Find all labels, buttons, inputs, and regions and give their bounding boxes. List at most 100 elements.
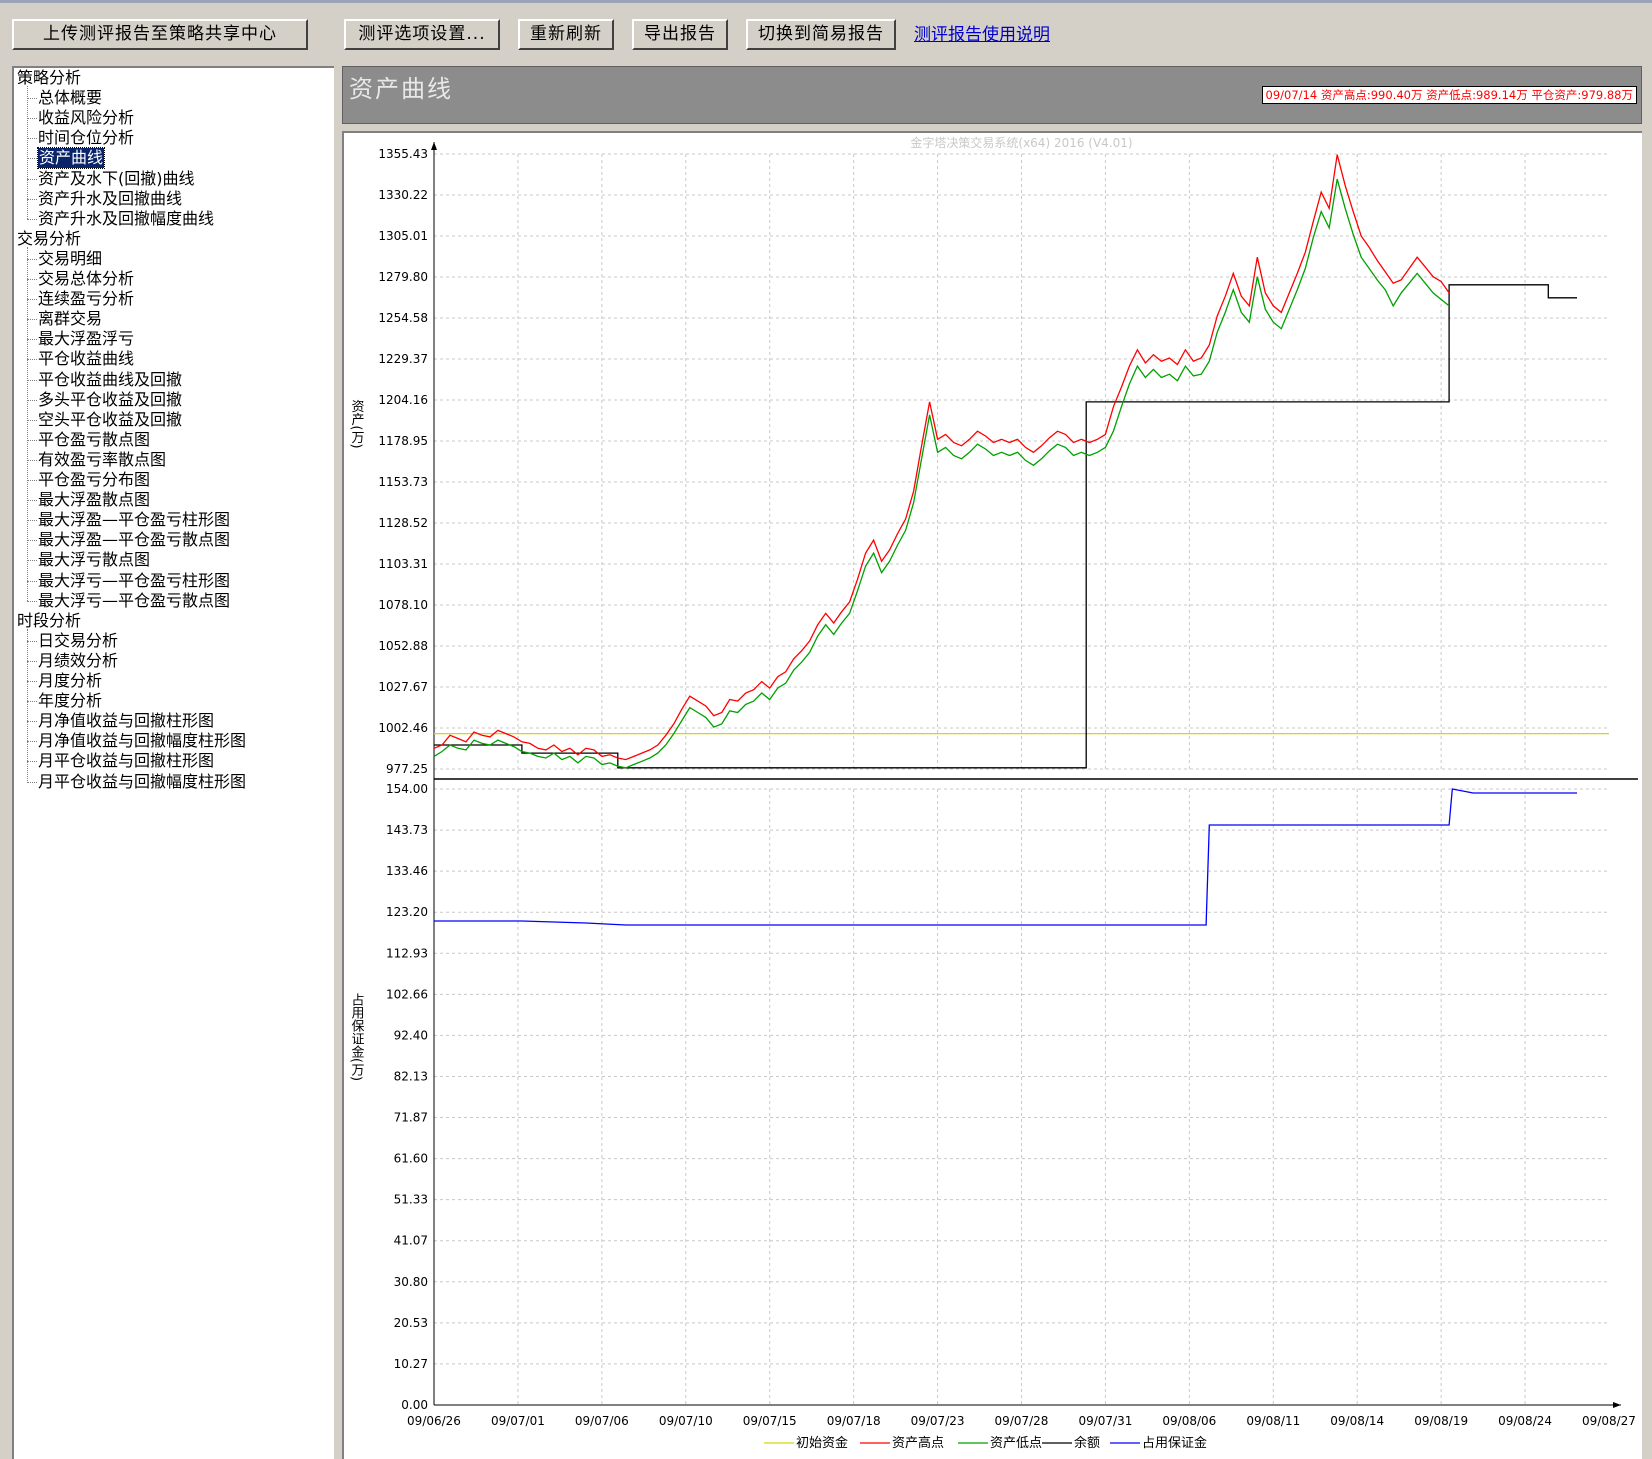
- x-tick-label: 09/08/11: [1246, 1414, 1300, 1428]
- tree-group-0[interactable]: 策略分析: [17, 68, 81, 88]
- tree-item-1-13[interactable]: 最大浮盈—平仓盈亏柱形图: [38, 510, 230, 530]
- tree-item-1-5[interactable]: 平仓收益曲线: [38, 349, 134, 369]
- legend-label: 初始资金: [796, 1435, 848, 1451]
- tree-branch-line: [27, 600, 37, 602]
- tree-item-1-15[interactable]: 最大浮亏散点图: [38, 550, 150, 570]
- tree-item-1-8[interactable]: 空头平仓收益及回撤: [38, 410, 182, 430]
- top-y-tick-label: 1204.16: [378, 393, 428, 407]
- tree-item-1-6[interactable]: 平仓收益曲线及回撤: [38, 370, 182, 390]
- bottom-y-axis-label: 占用保证金(万): [349, 993, 365, 1081]
- tree-item-2-2[interactable]: 月度分析: [38, 671, 102, 691]
- tree-branch-line: [27, 319, 37, 321]
- tree-item-2-1[interactable]: 月绩效分析: [38, 651, 118, 671]
- tree-branch-line: [27, 580, 37, 582]
- top-y-tick-label: 1078.10: [378, 598, 428, 612]
- legend-label: 余额: [1074, 1435, 1100, 1451]
- tree-group-1[interactable]: 交易分析: [17, 229, 81, 249]
- tree-branch-line: [27, 741, 37, 743]
- top-y-tick-label: 1254.58: [378, 311, 428, 325]
- x-tick-label: 09/08/14: [1330, 1414, 1384, 1428]
- bottom-y-tick-label: 82.13: [394, 1069, 428, 1083]
- tree-guide-line: [27, 86, 28, 219]
- tree-branch-line: [27, 701, 37, 703]
- tree-branch-line: [27, 500, 37, 502]
- upload-report-button[interactable]: 上传测评报告至策略共享中心: [12, 19, 308, 50]
- tree-item-2-7[interactable]: 月平仓收益与回撤幅度柱形图: [38, 772, 246, 792]
- report-help-link[interactable]: 测评报告使用说明: [914, 20, 1050, 45]
- tree-item-1-9[interactable]: 平仓盈亏散点图: [38, 430, 150, 450]
- tree-branch-line: [27, 258, 37, 260]
- tree-item-1-17[interactable]: 最大浮亏—平仓盈亏散点图: [38, 591, 230, 611]
- tree-item-0-4[interactable]: 资产及水下(回撤)曲线: [38, 169, 195, 189]
- x-tick-label: 09/07/01: [491, 1414, 545, 1428]
- legend-label: 资产高点: [892, 1435, 944, 1451]
- x-tick-label: 09/08/27: [1582, 1414, 1636, 1428]
- tree-branch-line: [27, 721, 37, 723]
- tree-item-2-6[interactable]: 月平仓收益与回撤柱形图: [38, 751, 214, 771]
- top-y-tick-label: 1279.80: [378, 270, 428, 284]
- tree-item-0-3[interactable]: 资产曲线: [36, 147, 106, 170]
- top-y-axis-label: 资产(万): [349, 399, 365, 448]
- tree-branch-line: [27, 279, 37, 280]
- tree-item-2-3[interactable]: 年度分析: [38, 691, 102, 711]
- asset-curve-chart: 金字塔决策交易系统(x64) 2016 (V4.01) 09/06/26 09/07…: [349, 135, 1638, 1451]
- tree-item-1-11[interactable]: 平仓盈亏分布图: [38, 470, 150, 490]
- bottom-y-tick-label: 10.27: [394, 1357, 428, 1371]
- top-y-tick-label: 1178.95: [378, 434, 428, 448]
- tree-branch-line: [27, 158, 37, 160]
- tree-branch-line: [27, 520, 37, 522]
- bottom-y-tick-label: 154.00: [386, 782, 428, 796]
- bottom-y-tick-label: 102.66: [386, 987, 428, 1001]
- tree-branch-line: [27, 681, 37, 682]
- tree-item-0-6[interactable]: 资产升水及回撤幅度曲线: [38, 209, 214, 229]
- chart-header-bar: 资产曲线 09/07/14 资产高点:990.40万 资产低点:989.14万 …: [342, 66, 1642, 124]
- top-y-tick-label: 1052.88: [378, 639, 428, 653]
- tree-item-1-4[interactable]: 最大浮盈浮亏: [38, 329, 134, 349]
- legend-label: 占用保证金: [1142, 1435, 1207, 1451]
- tree-item-2-4[interactable]: 月净值收益与回撤柱形图: [38, 711, 214, 731]
- tree-item-1-0[interactable]: 交易明细: [38, 249, 102, 269]
- tree-branch-line: [27, 218, 37, 220]
- tree-item-1-7[interactable]: 多头平仓收益及回撤: [38, 390, 182, 410]
- tree-guide-line: [27, 246, 28, 601]
- tree-branch-line: [27, 480, 37, 481]
- export-report-button[interactable]: 导出报告: [632, 19, 728, 50]
- tree-item-1-12[interactable]: 最大浮盈散点图: [38, 490, 150, 510]
- tree-item-1-3[interactable]: 离群交易: [38, 309, 102, 329]
- tree-item-1-16[interactable]: 最大浮亏—平仓盈亏柱形图: [38, 571, 230, 591]
- asset-low-line: [433, 178, 1450, 769]
- top-y-tick-label: 1002.46: [378, 721, 428, 735]
- tree-item-1-10[interactable]: 有效盈亏率散点图: [38, 450, 166, 470]
- tree-branch-line: [27, 339, 37, 341]
- refresh-button[interactable]: 重新刷新: [518, 19, 614, 50]
- tree-group-2[interactable]: 时段分析: [17, 611, 81, 631]
- top-y-tick-label: 1027.67: [378, 680, 428, 694]
- bottom-y-tick-label: 92.40: [394, 1028, 428, 1042]
- tree-item-0-5[interactable]: 资产升水及回撤曲线: [38, 189, 182, 209]
- report-tree-panel[interactable]: 策略分析 总体概要 收益风险分析 时间仓位分析 资产曲线 资产及水下(回撤)曲线 资产升水及…: [12, 66, 334, 1459]
- tree-item-2-0[interactable]: 日交易分析: [38, 631, 118, 651]
- top-y-tick-label: 1128.52: [378, 516, 428, 530]
- bottom-y-tick-label: 112.93: [386, 946, 428, 960]
- tree-item-1-14[interactable]: 最大浮盈—平仓盈亏散点图: [38, 530, 230, 550]
- x-tick-label: 09/07/31: [1078, 1414, 1132, 1428]
- tree-branch-line: [27, 560, 37, 562]
- tree-item-1-1[interactable]: 交易总体分析: [38, 269, 134, 289]
- tree-item-0-2[interactable]: 时间仓位分析: [38, 128, 134, 148]
- tree-branch-line: [27, 459, 37, 461]
- tree-item-0-0[interactable]: 总体概要: [38, 88, 102, 108]
- x-tick-label: 09/08/19: [1414, 1414, 1468, 1428]
- x-tick-label: 09/08/24: [1498, 1414, 1552, 1428]
- bottom-y-tick-label: 143.73: [386, 823, 428, 837]
- bottom-y-tick-label: 123.20: [386, 905, 428, 919]
- tree-item-0-1[interactable]: 收益风险分析: [38, 108, 134, 128]
- tree-branch-line: [27, 138, 37, 140]
- tree-branch-line: [27, 359, 37, 361]
- x-tick-label: 09/07/23: [911, 1414, 965, 1428]
- bottom-y-tick-label: 133.46: [386, 864, 428, 878]
- tree-item-2-5[interactable]: 月净值收益与回撤幅度柱形图: [38, 731, 246, 751]
- switch-simple-report-button[interactable]: 切换到简易报告: [746, 19, 896, 50]
- options-settings-button[interactable]: 测评选项设置...: [344, 19, 500, 50]
- tree-branch-line: [27, 761, 37, 763]
- tree-item-1-2[interactable]: 连续盈亏分析: [38, 289, 134, 309]
